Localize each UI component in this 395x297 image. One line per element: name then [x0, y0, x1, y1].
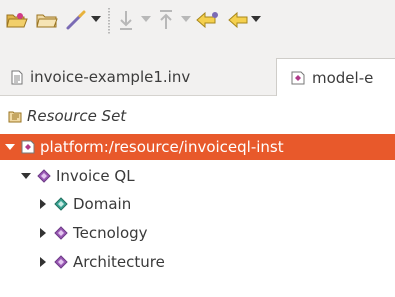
collapse-arrow-icon[interactable]	[4, 143, 16, 151]
resource-set-icon	[8, 109, 22, 123]
tree-node-label: Tecnology	[73, 224, 148, 242]
tree-row-domain[interactable]: Domain	[0, 191, 395, 217]
platform-resource-label: platform:/resource/invoiceql-inst	[40, 138, 284, 156]
diamond-node-icon	[54, 226, 68, 240]
tab-label: model-e	[312, 68, 374, 87]
tree-row-platform-resource[interactable]: platform:/resource/invoiceql-inst	[0, 134, 395, 160]
expand-arrow-icon[interactable]	[37, 199, 49, 209]
diamond-node-icon	[54, 197, 68, 211]
expand-arrow-icon[interactable]	[37, 228, 49, 238]
diamond-node-icon	[37, 169, 51, 183]
tab-model[interactable]: model-e	[276, 58, 395, 96]
model-file-icon	[21, 140, 35, 154]
document-icon	[11, 70, 23, 85]
tree-row-architecture[interactable]: Architecture	[0, 249, 395, 275]
tree-row-tecnology[interactable]: Tecnology	[0, 220, 395, 246]
expand-arrow-icon[interactable]	[37, 257, 49, 267]
resource-set-label: Resource Set	[27, 107, 127, 125]
download-dropdown-icon[interactable]	[140, 12, 152, 26]
tree-node-label: Domain	[73, 195, 132, 213]
invoice-ql-label: Invoice QL	[56, 167, 135, 185]
toolbar	[0, 0, 395, 50]
editor-tabbar: invoice-example1.inv model-e	[0, 50, 395, 96]
model-icon	[291, 71, 305, 85]
tree-row-resource-set[interactable]: Resource Set	[0, 103, 395, 129]
tree-node-label: Architecture	[73, 253, 165, 271]
tree-row-invoice-ql[interactable]: Invoice QL	[0, 163, 395, 189]
download-icon[interactable]	[113, 7, 139, 33]
collapse-arrow-icon[interactable]	[20, 172, 32, 180]
wand-icon[interactable]	[63, 7, 89, 33]
forward-arrow-icon[interactable]	[225, 7, 251, 33]
open-folder-icon[interactable]	[4, 7, 30, 33]
upload-icon[interactable]	[153, 7, 179, 33]
tab-label: invoice-example1.inv	[30, 68, 191, 86]
tab-invoice-example[interactable]: invoice-example1.inv	[0, 58, 276, 96]
wand-dropdown-icon[interactable]	[90, 12, 102, 26]
navigate-dropdown-icon[interactable]	[250, 12, 262, 26]
upload-dropdown-icon[interactable]	[180, 12, 192, 26]
diamond-node-icon	[54, 255, 68, 269]
toolbar-separator	[108, 8, 110, 34]
model-tree: Resource Set platform:/resource/invoiceq…	[0, 96, 395, 297]
back-arrow-icon[interactable]	[194, 7, 220, 33]
folder-icon[interactable]	[34, 7, 60, 33]
